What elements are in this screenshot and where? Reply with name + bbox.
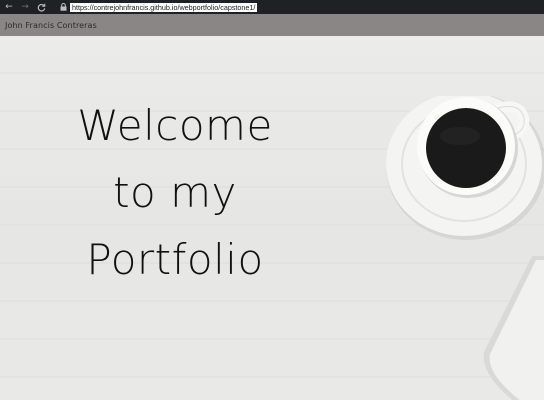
hero-title: Welcome to my Portfolio: [40, 92, 310, 293]
lock-icon: [58, 2, 68, 12]
browser-toolbar: ← → https://contrejohnfrancis.github.io/…: [0, 0, 544, 14]
address-bar[interactable]: https://contrejohnfrancis.github.io/webp…: [58, 2, 544, 13]
reload-icon[interactable]: [34, 0, 48, 14]
hero-title-line: Portfolio: [86, 235, 264, 284]
back-arrow-icon[interactable]: ←: [2, 0, 16, 14]
hero-title-line: to my: [113, 168, 237, 217]
hero-section: Welcome to my Portfolio: [0, 36, 544, 400]
hero-title-line: Welcome: [77, 101, 273, 150]
laptop-image: [483, 256, 544, 400]
forward-arrow-icon[interactable]: →: [18, 0, 32, 14]
brand-name[interactable]: John Francis Contreras: [5, 21, 97, 30]
url-text[interactable]: https://contrejohnfrancis.github.io/webp…: [70, 2, 258, 12]
site-navbar: John Francis Contreras: [0, 14, 544, 36]
coffee-cup-image: [386, 96, 544, 240]
